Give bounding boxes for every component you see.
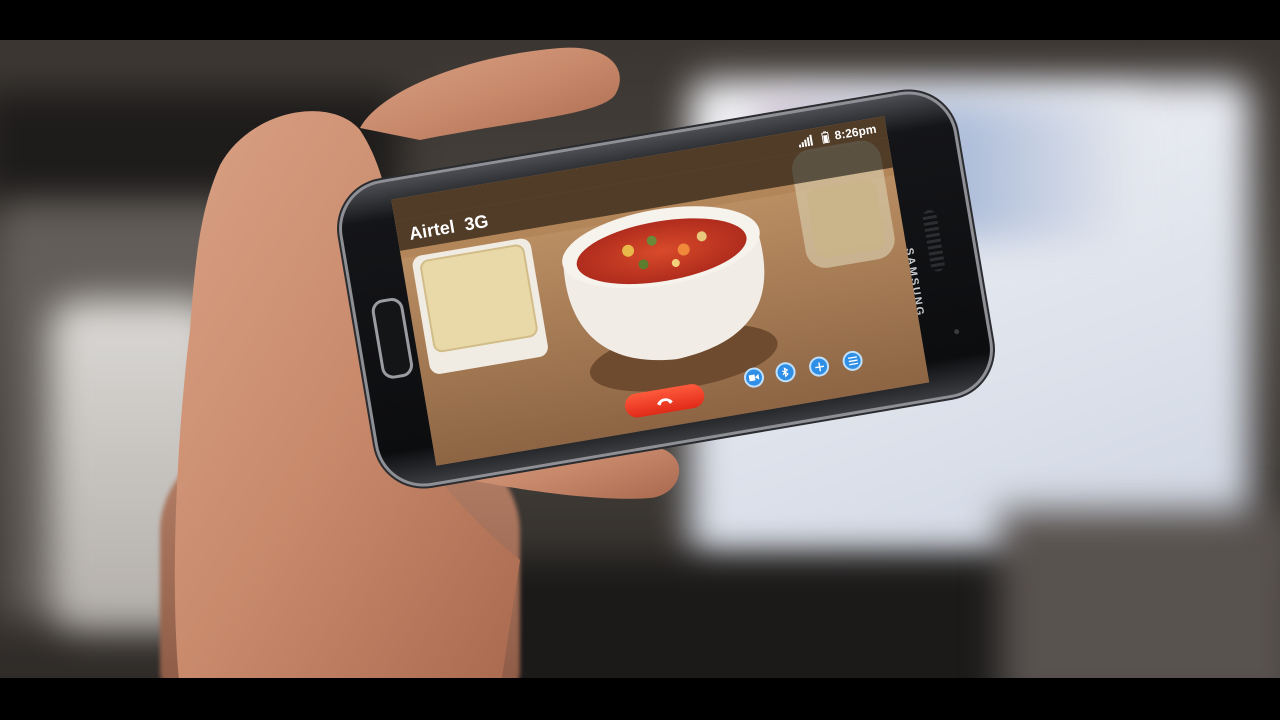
menu-icon bbox=[847, 356, 858, 366]
front-sensor bbox=[953, 328, 960, 335]
bluetooth-icon bbox=[781, 367, 789, 378]
add-icon bbox=[814, 362, 824, 372]
casserole-dish bbox=[412, 238, 548, 374]
network-type: 3G bbox=[462, 210, 490, 235]
status-time: 8:26pm bbox=[833, 121, 878, 143]
home-button[interactable] bbox=[369, 296, 415, 381]
carrier-name: Airtel bbox=[407, 216, 457, 244]
battery-icon bbox=[821, 131, 830, 144]
photo-scene: SAMSUNG 8:26pm Airtel 3G bbox=[0, 0, 1280, 720]
earpiece-speaker bbox=[921, 208, 946, 273]
letterbox-bottom bbox=[0, 678, 1280, 720]
phone-hangup-icon bbox=[657, 398, 673, 406]
signal-icon bbox=[798, 134, 814, 148]
video-camera-icon bbox=[748, 373, 760, 382]
finger-top bbox=[360, 47, 620, 141]
letterbox-top bbox=[0, 0, 1280, 40]
